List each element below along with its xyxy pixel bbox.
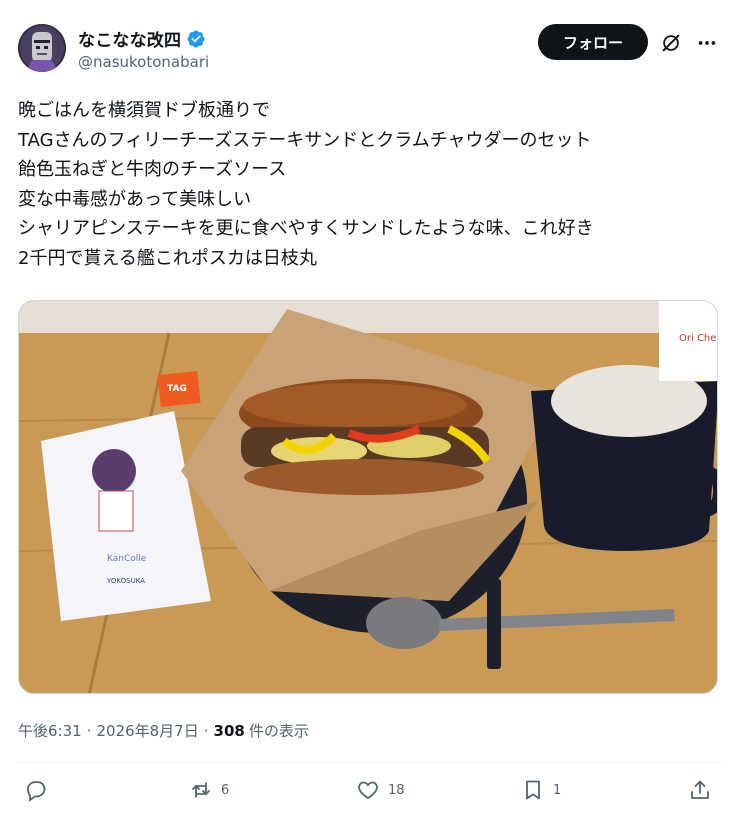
handle[interactable]: @nasukotonabari (78, 53, 209, 71)
soup-mug (531, 365, 717, 551)
bookmark-button[interactable]: 1 (521, 778, 561, 802)
card-yokosuka-text: YOKOSUKA (106, 577, 145, 585)
display-name[interactable]: なこなな改四 (78, 26, 181, 51)
more-icon[interactable] (696, 32, 718, 54)
tweet-time[interactable]: 午後6:31 (18, 720, 82, 741)
card-kancolle-text: KanColle (107, 554, 147, 564)
meta-separator: · (203, 721, 209, 740)
grok-icon[interactable] (660, 32, 682, 54)
retweet-count: 6 (221, 782, 230, 798)
tweet-meta: 午後6:31 · 2026年8月7日 · 308 件の表示 (18, 720, 309, 741)
box-text: Ori Chee (679, 333, 718, 344)
tweet-line: 晩ごはんを横須賀ドブ板通りで (18, 100, 270, 121)
bookmark-count: 1 (553, 782, 562, 798)
like-button[interactable]: 18 (356, 778, 405, 802)
reply-icon (27, 781, 46, 802)
verified-badge-icon (187, 29, 205, 48)
tweet-date[interactable]: 2026年8月7日 (96, 720, 198, 741)
meta-separator: · (86, 721, 92, 740)
bookmark-icon (526, 780, 540, 800)
avatar[interactable] (18, 24, 66, 72)
divider (18, 762, 721, 763)
views-count: 308 (213, 721, 245, 740)
tag-label: TAG (167, 384, 187, 394)
tweet-line: 飴色玉ねぎと牛肉のチーズソース (18, 159, 287, 181)
retweet-button[interactable]: 6 (189, 778, 229, 802)
tweet-text: 晩ごはんを横須賀ドブ板通りで TAGさんのフィリーチーズステーキサンドとクラムチ… (18, 96, 723, 274)
tweet-header: なこなな改四 @nasukotonabari フォロー (18, 22, 721, 78)
share-icon (691, 780, 709, 799)
action-bar: 6 18 1 (18, 778, 721, 810)
tweet-line: シャリアピンステーキを更に食べやすくサンドしたような味、これ好き (18, 218, 594, 240)
tweet-line: TAGさんのフィリーチーズステーキサンドとクラムチャウダーのセット (18, 129, 592, 151)
follow-button[interactable]: フォロー (538, 24, 648, 60)
views-label: 件の表示 (248, 722, 309, 740)
share-button[interactable] (688, 778, 712, 802)
reply-button[interactable] (24, 778, 56, 802)
tweet-photo[interactable]: KanColle YOKOSUKA TAG Ori Chee (18, 300, 718, 694)
tweet-line: 2千円で貰える艦これポスカは日枝丸 (18, 247, 317, 269)
like-count: 18 (388, 782, 405, 798)
like-icon (358, 781, 378, 800)
tweet-line: 変な中毒感があって美味しい (18, 188, 252, 210)
retweet-icon (192, 782, 210, 798)
